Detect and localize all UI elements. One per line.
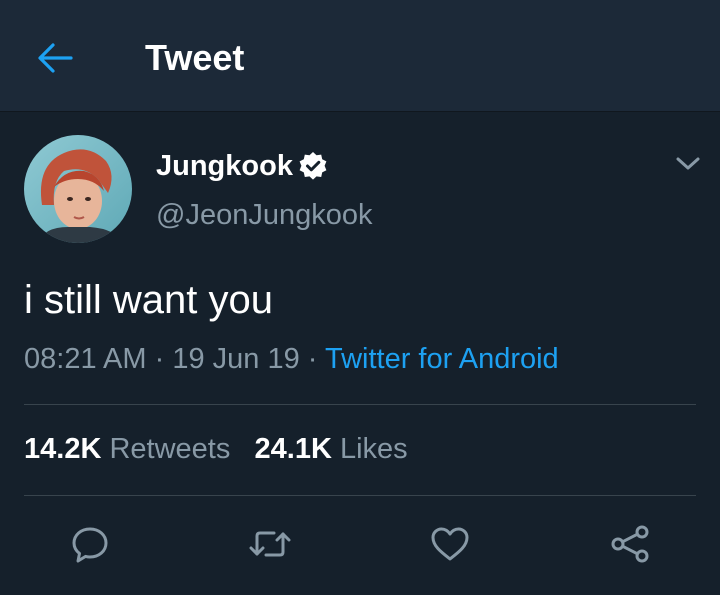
share-icon	[611, 525, 649, 563]
heart-icon	[431, 527, 469, 561]
back-button[interactable]	[30, 36, 80, 80]
divider	[24, 404, 696, 405]
likes-stat[interactable]: 24.1K Likes	[255, 433, 408, 465]
meta-separator: ·	[154, 343, 173, 375]
tweet-date: 19 Jun 19	[172, 343, 300, 375]
retweets-stat[interactable]: 14.2K Retweets	[24, 433, 230, 465]
tweet-stats: 14.2K Retweets 24.1K Likes	[24, 430, 408, 468]
tweet-time: 08:21 AM	[24, 343, 147, 375]
arrow-left-icon	[38, 43, 73, 73]
likes-label: Likes	[339, 433, 408, 465]
tweet-text: i still want you	[24, 278, 273, 322]
avatar[interactable]	[24, 135, 132, 243]
retweet-icon	[249, 531, 291, 557]
retweets-label: Retweets	[109, 433, 231, 465]
verified-badge-icon	[298, 151, 328, 181]
divider	[24, 495, 696, 496]
tweet-source-link[interactable]: Twitter for Android	[325, 343, 559, 375]
retweet-button[interactable]	[246, 520, 294, 568]
likes-count: 24.1K	[254, 433, 332, 465]
top-bar: Tweet	[0, 0, 720, 112]
retweets-count: 14.2K	[24, 433, 102, 465]
reply-icon	[72, 527, 108, 563]
chevron-down-icon	[676, 157, 700, 170]
share-button[interactable]	[606, 520, 654, 568]
avatar-image	[24, 135, 132, 243]
page-title: Tweet	[145, 37, 245, 78]
tweet-metadata: 08:21 AM · 19 Jun 19 · Twitter for Andro…	[24, 340, 559, 378]
author-handle[interactable]: @JeonJungkook	[156, 198, 372, 232]
tweet-options-button[interactable]	[672, 148, 704, 180]
meta-separator: ·	[307, 343, 325, 375]
author-display-name[interactable]: Jungkook	[156, 149, 293, 183]
like-button[interactable]	[426, 520, 474, 568]
reply-button[interactable]	[66, 520, 114, 568]
